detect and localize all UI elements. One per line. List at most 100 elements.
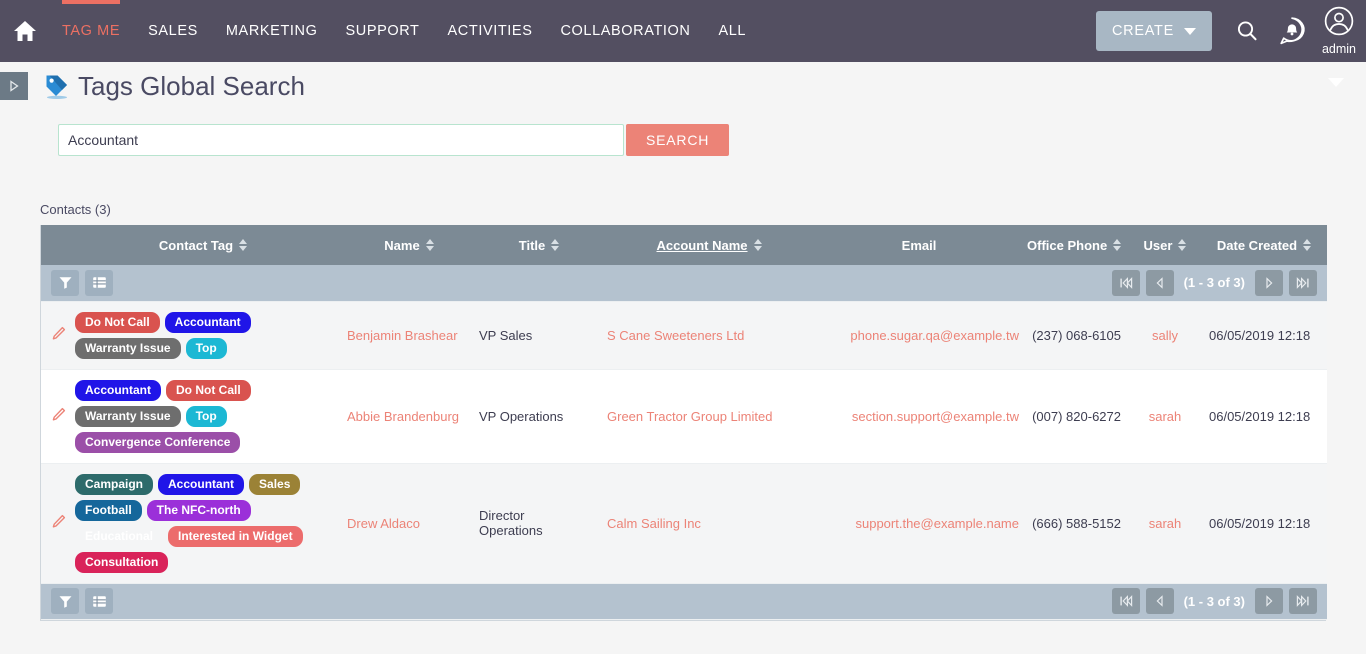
cell-email-value[interactable]: phone.sugar.qa@example.tw bbox=[850, 328, 1019, 343]
search-button[interactable]: SEARCH bbox=[626, 124, 730, 156]
sort-toggle-icon[interactable] bbox=[753, 239, 762, 251]
header-label-title: Title bbox=[518, 237, 546, 253]
sort-toggle-icon[interactable] bbox=[1113, 239, 1122, 251]
sort-toggle-icon[interactable] bbox=[1303, 239, 1312, 251]
user-avatar-icon bbox=[1324, 6, 1354, 41]
cell-account: S Cane Sweeteners Ltd bbox=[599, 301, 819, 370]
header-cell-tag[interactable]: Contact Tag bbox=[67, 225, 339, 265]
header-cell-title[interactable]: Title bbox=[479, 225, 599, 265]
cell-edit bbox=[41, 301, 67, 370]
first-page-icon[interactable] bbox=[1111, 269, 1140, 296]
chevron-down-icon[interactable] bbox=[1328, 78, 1344, 87]
cell-user-value[interactable]: sarah bbox=[1149, 409, 1182, 424]
nav-item-all[interactable]: ALL bbox=[705, 0, 761, 62]
cell-name-value[interactable]: Drew Aldaco bbox=[347, 516, 420, 531]
tag-chip[interactable]: Do Not Call bbox=[166, 379, 251, 401]
cell-email-value[interactable]: support.the@example.name bbox=[855, 516, 1019, 531]
previous-page-icon[interactable] bbox=[1145, 588, 1174, 614]
cell-name-value[interactable]: Benjamin Brashear bbox=[347, 328, 458, 343]
tag-chip[interactable]: Top bbox=[185, 405, 227, 427]
cell-title-value: VP Operations bbox=[479, 408, 564, 424]
edit-pencil-icon[interactable] bbox=[51, 407, 66, 425]
tag-chip[interactable]: Accountant bbox=[164, 311, 251, 333]
cell-account-value[interactable]: Calm Sailing Inc bbox=[607, 516, 701, 531]
funnel-filter-icon[interactable] bbox=[51, 269, 79, 296]
last-page-icon[interactable] bbox=[1289, 588, 1317, 614]
tag-chip[interactable]: Educational bbox=[75, 526, 163, 547]
edit-pencil-icon[interactable] bbox=[51, 514, 66, 532]
table-head: Contact Tag Name Title Account Name Email Off… bbox=[41, 225, 1327, 265]
nav-item-marketing[interactable]: MARKETING bbox=[212, 0, 332, 62]
column-chooser-icon[interactable] bbox=[85, 588, 113, 614]
nav-item-tag-me[interactable]: TAG ME bbox=[48, 0, 134, 62]
cell-contact-tags: Accountant Do Not Call Warranty Issue Top Co… bbox=[67, 369, 339, 464]
cell-edit bbox=[41, 369, 67, 464]
cell-name: Abbie Brandenburg bbox=[339, 369, 479, 464]
sort-toggle-icon[interactable] bbox=[425, 239, 434, 251]
header-cell-name[interactable]: Name bbox=[339, 225, 479, 265]
tag-chip[interactable]: Campaign bbox=[75, 473, 154, 495]
tag-chip[interactable]: Sales bbox=[249, 473, 301, 495]
cell-date: 06/05/2019 12:18 bbox=[1201, 463, 1327, 584]
search-icon[interactable] bbox=[1235, 19, 1259, 43]
cell-email: section.support@example.tw bbox=[819, 369, 1019, 464]
top-navigation-bar: TAG ME SALES MARKETING SUPPORT ACTIVITIES COL… bbox=[0, 0, 1366, 62]
header-cell-user[interactable]: User bbox=[1129, 225, 1201, 265]
cell-user-value[interactable]: sarah bbox=[1149, 516, 1182, 531]
column-chooser-icon[interactable] bbox=[85, 269, 113, 296]
cell-email-value[interactable]: section.support@example.tw bbox=[852, 409, 1019, 424]
sort-toggle-icon[interactable] bbox=[1178, 239, 1187, 251]
contacts-results-table: Contact Tag Name Title Account Name Email Off… bbox=[40, 225, 1327, 621]
tag-chip[interactable]: Football bbox=[75, 499, 142, 521]
header-cell-phone[interactable]: Office Phone bbox=[1019, 225, 1129, 265]
tag-chip[interactable]: Accountant bbox=[75, 379, 161, 401]
create-button-label: CREATE bbox=[1112, 23, 1174, 39]
expand-sidebar-icon[interactable] bbox=[0, 72, 28, 100]
tag-chip[interactable]: Interested in Widget bbox=[168, 525, 303, 547]
cell-user: sarah bbox=[1129, 463, 1201, 584]
cell-user-value[interactable]: sally bbox=[1152, 328, 1178, 343]
next-page-icon[interactable] bbox=[1255, 269, 1283, 296]
first-page-icon[interactable] bbox=[1111, 588, 1140, 614]
tag-chip[interactable]: The NFC-north bbox=[146, 499, 251, 521]
notification-bell-icon[interactable] bbox=[1277, 16, 1307, 46]
tag-chip[interactable]: Accountant bbox=[158, 473, 245, 495]
previous-page-icon[interactable] bbox=[1145, 269, 1174, 296]
nav-item-activities[interactable]: ACTIVITIES bbox=[434, 0, 547, 62]
cell-date-value: 06/05/2019 12:18 bbox=[1209, 515, 1311, 531]
home-icon[interactable] bbox=[8, 16, 42, 46]
cell-account-value[interactable]: S Cane Sweeteners Ltd bbox=[607, 328, 744, 343]
nav-item-sales[interactable]: SALES bbox=[134, 0, 212, 62]
header-cell-date[interactable]: Date Created bbox=[1201, 225, 1327, 265]
chevron-down-icon bbox=[1183, 27, 1196, 35]
cell-title-value: VP Sales bbox=[479, 327, 533, 343]
cell-phone-value: (237) 068-6105 bbox=[1032, 327, 1121, 343]
funnel-filter-icon[interactable] bbox=[51, 588, 79, 614]
tag-chip[interactable]: Warranty Issue bbox=[75, 405, 181, 427]
edit-pencil-icon[interactable] bbox=[51, 326, 66, 344]
tag-chip[interactable]: Convergence Conference bbox=[75, 431, 241, 453]
cell-contact-tags: Campaign Accountant Sales Football The NFC-n… bbox=[67, 463, 339, 584]
header-label-tag: Contact Tag bbox=[158, 237, 234, 253]
tag-chip[interactable]: Consultation bbox=[75, 551, 169, 573]
sort-toggle-icon[interactable] bbox=[551, 239, 560, 251]
nav-item-support[interactable]: SUPPORT bbox=[331, 0, 433, 62]
header-cell-account[interactable]: Account Name bbox=[599, 225, 819, 265]
sort-toggle-icon[interactable] bbox=[239, 239, 248, 251]
search-input[interactable] bbox=[58, 124, 624, 156]
cell-name: Drew Aldaco bbox=[339, 463, 479, 584]
next-page-icon[interactable] bbox=[1255, 588, 1283, 614]
avatar[interactable]: admin bbox=[1322, 6, 1356, 56]
cell-account-value[interactable]: Green Tractor Group Limited bbox=[607, 409, 772, 424]
cell-phone-value: (007) 820-6272 bbox=[1032, 408, 1121, 424]
create-button[interactable]: CREATE bbox=[1096, 11, 1212, 51]
tag-chip[interactable]: Warranty Issue bbox=[75, 337, 181, 359]
tag-icon bbox=[42, 72, 70, 100]
tag-chip[interactable]: Do Not Call bbox=[75, 311, 160, 333]
last-page-icon[interactable] bbox=[1289, 269, 1317, 296]
nav-item-collaboration[interactable]: COLLABORATION bbox=[546, 0, 704, 62]
pagination-bottom: (1 - 3 of 3) bbox=[1111, 588, 1317, 614]
tag-chip[interactable]: Top bbox=[185, 337, 227, 359]
cell-name-value[interactable]: Abbie Brandenburg bbox=[347, 409, 459, 424]
global-search-form: SEARCH bbox=[58, 124, 1366, 156]
